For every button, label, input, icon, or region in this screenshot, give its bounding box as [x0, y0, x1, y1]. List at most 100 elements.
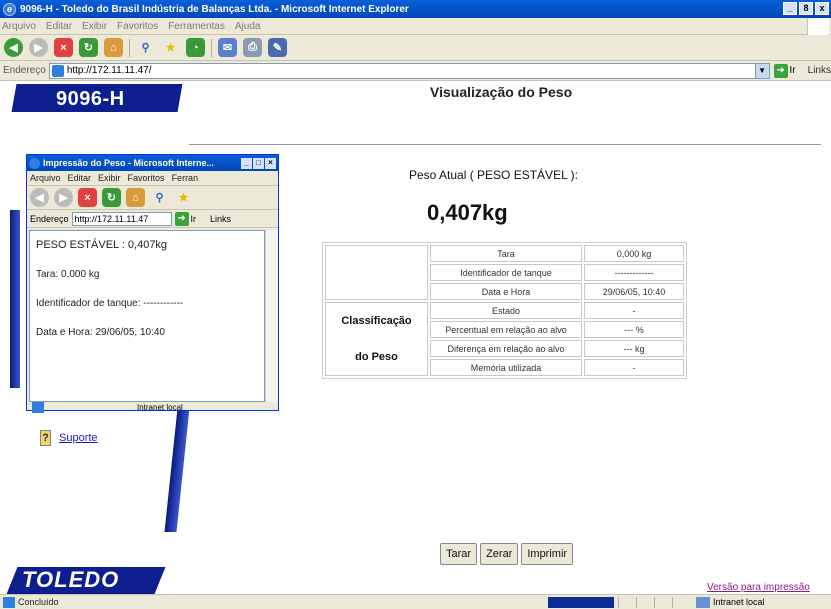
popup-zone-label: Intranet local	[137, 402, 183, 412]
peso-label: Peso Atual ( PESO ESTÁVEL ):	[409, 168, 578, 182]
go-arrow-icon[interactable]: ➜	[174, 211, 189, 226]
row-value: 0,000 kg	[584, 245, 684, 262]
address-label: Endereço	[3, 65, 46, 76]
mail-icon[interactable]: ✉	[218, 38, 237, 57]
refresh-icon[interactable]: ↻	[102, 188, 121, 207]
popup-menu-editar[interactable]: Editar	[68, 173, 92, 183]
popup-menu-exibir[interactable]: Exibir	[98, 173, 121, 183]
search-icon[interactable]: ⚲	[150, 188, 169, 207]
popup-close-button[interactable]: ×	[265, 157, 276, 169]
close-button[interactable]: x	[815, 2, 829, 15]
back-icon[interactable]: ◀	[4, 38, 23, 57]
popup-menu-arquivo[interactable]: Arquivo	[30, 173, 61, 183]
home-icon[interactable]: ⌂	[104, 38, 123, 57]
popup-controls: _ □ ×	[241, 157, 278, 169]
popup-address-input[interactable]: http://172.11.11.47	[71, 211, 172, 226]
page-done-icon	[3, 596, 15, 608]
menu-ajuda[interactable]: Ajuda	[235, 21, 261, 32]
page-done-icon	[32, 401, 44, 413]
table-blank-cell	[325, 245, 428, 300]
menu-arquivo[interactable]: Arquivo	[2, 21, 36, 32]
menu-editar[interactable]: Editar	[46, 21, 72, 32]
popup-scrollbar[interactable]	[265, 230, 278, 402]
minimize-button[interactable]: _	[783, 2, 797, 15]
print-icon[interactable]: ⎙	[243, 38, 262, 57]
home-icon[interactable]: ⌂	[126, 188, 145, 207]
search-icon[interactable]: ⚲	[136, 38, 155, 57]
row-value: --- %	[584, 321, 684, 338]
edit-icon[interactable]: ✎	[268, 38, 287, 57]
table-row: Classificação do Peso Estado -	[325, 302, 684, 376]
stop-icon[interactable]: ×	[78, 188, 97, 207]
go-arrow-icon: ➜	[773, 63, 788, 78]
popup-toolbar: ◀ ▶ × ↻ ⌂ ⚲ ★	[27, 186, 278, 210]
tarar-button[interactable]: Tarar	[440, 543, 478, 565]
status-bar: Concluído Intranet local	[0, 594, 831, 609]
favorites-icon[interactable]: ★	[174, 188, 193, 207]
status-text: Concluído	[18, 597, 59, 607]
address-input[interactable]: http://172.11.11.47/ ▼	[48, 62, 770, 79]
row-label: Tara	[430, 245, 582, 262]
row-label: Percentual em relação ao alvo	[430, 321, 582, 338]
links-button[interactable]: Links	[808, 65, 831, 76]
intranet-icon	[696, 596, 710, 608]
row-label: Data e Hora	[430, 283, 582, 300]
forward-icon[interactable]: ▶	[29, 38, 48, 57]
print-version-link[interactable]: Versão para impressão	[707, 582, 810, 593]
windows-logo-icon	[807, 18, 829, 35]
window-controls: _ 8 x	[783, 2, 829, 15]
row-value: -	[584, 302, 684, 319]
progress-bar	[548, 596, 614, 608]
zerar-button[interactable]: Zerar	[480, 543, 519, 565]
popup-links-button[interactable]: Links	[210, 214, 231, 224]
go-button[interactable]: ➜ Ir	[773, 63, 796, 78]
menu-favoritos[interactable]: Favoritos	[117, 21, 158, 32]
ie-icon: e	[3, 2, 16, 16]
popup-minimize-button[interactable]: _	[241, 157, 252, 169]
suporte-link[interactable]: Suporte	[59, 432, 98, 444]
stop-icon[interactable]: ×	[54, 38, 73, 57]
decorative-stripe	[10, 210, 20, 388]
row-value: --- kg	[584, 340, 684, 357]
peso-value: 0,407kg	[427, 200, 508, 225]
row-label: Estado	[430, 302, 582, 319]
classificacao-cell: Classificação do Peso	[325, 302, 428, 376]
popup-title: Impressão do Peso - Microsoft Interne...	[43, 158, 215, 168]
popup-menu-favoritos[interactable]: Favoritos	[128, 173, 165, 183]
window-title: 9096-H - Toledo do Brasil Indústria de B…	[20, 3, 409, 15]
print-popup-window: Impressão do Peso - Microsoft Interne...…	[26, 154, 279, 413]
zone-label: Intranet local	[713, 597, 765, 607]
toolbar-separator	[211, 38, 212, 57]
popup-maximize-button[interactable]: □	[253, 157, 264, 169]
menu-ferramentas[interactable]: Ferramentas	[168, 21, 225, 32]
popup-line: Tara: 0,000 kg	[36, 269, 100, 280]
menu-exibir[interactable]: Exibir	[82, 21, 107, 32]
forward-icon[interactable]: ▶	[54, 188, 73, 207]
info-table: Tara 0,000 kg Identificador de tanque --…	[322, 242, 687, 379]
back-icon[interactable]: ◀	[30, 188, 49, 207]
row-value: 29/06/05, 10:40	[584, 283, 684, 300]
popup-line: Identificador de tanque: ------------	[36, 298, 184, 309]
toolbar: ◀ ▶ × ↻ ⌂ ⚲ ★ ◔ ✉ ⎙ ✎	[0, 35, 831, 61]
suporte-item[interactable]: ? Suporte	[40, 430, 98, 446]
favorites-icon[interactable]: ★	[161, 38, 180, 57]
popup-go-label[interactable]: Ir	[191, 214, 197, 224]
popup-status-bar: Intranet local	[29, 401, 278, 413]
table-row: Tara 0,000 kg	[325, 245, 684, 300]
imprimir-button[interactable]: Imprimir	[521, 543, 574, 565]
popup-line: Data e Hora: 29/06/05, 10:40	[36, 327, 165, 338]
dropdown-arrow-icon[interactable]: ▼	[754, 63, 769, 78]
refresh-icon[interactable]: ↻	[79, 38, 98, 57]
status-cell	[618, 596, 636, 608]
history-icon[interactable]: ◔	[186, 38, 205, 57]
row-label: Identificador de tanque	[430, 264, 582, 281]
popup-line: PESO ESTÁVEL : 0,407kg	[36, 239, 168, 251]
address-bar: Endereço http://172.11.11.47/ ▼ ➜ Ir Lin…	[0, 61, 831, 81]
popup-menu-ferramentas[interactable]: Ferran	[172, 173, 199, 183]
maximize-button[interactable]: 8	[799, 2, 813, 15]
help-icon: ?	[40, 430, 51, 446]
classificacao-line1: Classificação	[341, 315, 412, 327]
go-label: Ir	[789, 65, 796, 76]
page-title: Visualização do Peso	[430, 84, 573, 100]
toolbar-separator	[129, 38, 130, 57]
